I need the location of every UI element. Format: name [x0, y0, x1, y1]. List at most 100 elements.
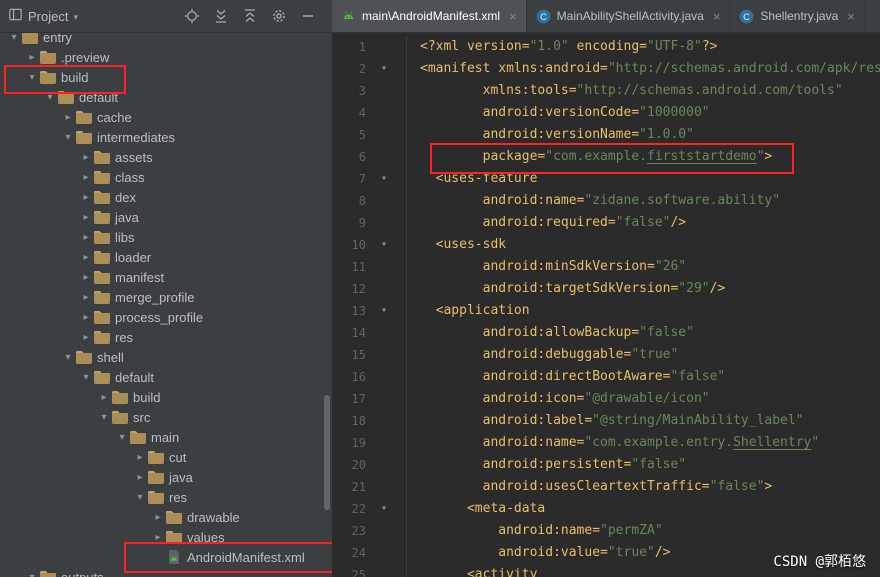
- code-text[interactable]: android:required="false"/>: [406, 212, 880, 234]
- fold-arrow-icon[interactable]: ▾: [366, 300, 406, 322]
- editor-tab-1[interactable]: C MainAbilityShellActivity.java ×: [527, 0, 731, 32]
- tree-item-cache[interactable]: ▸ cache: [0, 107, 332, 127]
- tree-item-process_profile[interactable]: ▸ process_profile: [0, 307, 332, 327]
- chevron-right-icon[interactable]: ▸: [78, 152, 94, 163]
- code-text[interactable]: android:icon="@drawable/icon": [406, 388, 880, 410]
- fold-arrow-icon[interactable]: ▾: [366, 234, 406, 256]
- tree-item-dex[interactable]: ▸ dex: [0, 187, 332, 207]
- locate-file-icon[interactable]: [184, 8, 200, 24]
- tree-item-res[interactable]: ▸ res: [0, 327, 332, 347]
- chevron-right-icon[interactable]: ▸: [78, 252, 94, 263]
- chevron-right-icon[interactable]: ▸: [132, 452, 148, 463]
- tree-item-main[interactable]: ▾ main: [0, 427, 332, 447]
- tree-item-build[interactable]: ▸ build: [0, 387, 332, 407]
- tree-item-java[interactable]: ▸ java: [0, 467, 332, 487]
- chevron-down-icon[interactable]: ▾: [24, 572, 40, 577]
- tree-item-merge_profile[interactable]: ▸ merge_profile: [0, 287, 332, 307]
- collapse-all-icon[interactable]: [242, 8, 258, 24]
- close-tab-icon[interactable]: ×: [713, 10, 721, 23]
- tree-item-outputs[interactable]: ▾ outputs: [0, 567, 332, 577]
- hide-panel-icon[interactable]: [300, 8, 316, 24]
- chevron-right-icon[interactable]: ▸: [150, 512, 166, 523]
- editor-tab-0[interactable]: main\AndroidManifest.xml ×: [332, 0, 527, 32]
- code-text[interactable]: android:minSdkVersion="26": [406, 256, 880, 278]
- tree-item-assets[interactable]: ▸ assets: [0, 147, 332, 167]
- tree-item-res[interactable]: ▾ res: [0, 487, 332, 507]
- code-text[interactable]: xmlns:tools="http://schemas.android.com/…: [406, 80, 880, 102]
- chevron-right-icon[interactable]: ▸: [78, 192, 94, 203]
- code-text[interactable]: android:name="permZA": [406, 520, 880, 542]
- code-text[interactable]: android:usesCleartextTraffic="false">: [406, 476, 880, 498]
- tree-item-loader[interactable]: ▸ loader: [0, 247, 332, 267]
- expand-all-icon[interactable]: [213, 8, 229, 24]
- project-view-selector[interactable]: Project ▾: [8, 7, 78, 25]
- tree-item-build[interactable]: ▾ build: [0, 67, 332, 87]
- code-text[interactable]: android:debuggable="true": [406, 344, 880, 366]
- code-text[interactable]: <uses-sdk: [406, 234, 880, 256]
- chevron-down-icon[interactable]: ▾: [42, 92, 58, 103]
- chevron-right-icon[interactable]: ▸: [78, 292, 94, 303]
- tree-item-default[interactable]: ▾ default: [0, 367, 332, 387]
- chevron-down-icon[interactable]: ▾: [78, 372, 94, 383]
- code-editor[interactable]: 1 <?xml version="1.0" encoding="UTF-8"?> 2…: [332, 33, 880, 577]
- code-text[interactable]: android:targetSdkVersion="29"/>: [406, 278, 880, 300]
- code-text[interactable]: android:versionName="1.0.0": [406, 124, 880, 146]
- code-text[interactable]: android:label="@string/MainAbility_label…: [406, 410, 880, 432]
- chevron-right-icon[interactable]: ▸: [78, 232, 94, 243]
- chevron-right-icon[interactable]: ▸: [96, 392, 112, 403]
- chevron-right-icon[interactable]: ▸: [78, 172, 94, 183]
- code-text[interactable]: android:name="zidane.software.ability": [406, 190, 880, 212]
- tree-item-manifest[interactable]: ▸ manifest: [0, 267, 332, 287]
- code-text[interactable]: android:versionCode="1000000": [406, 102, 880, 124]
- tree-item-libs[interactable]: ▸ libs: [0, 227, 332, 247]
- close-tab-icon[interactable]: ×: [509, 10, 517, 23]
- chevron-down-icon[interactable]: ▾: [114, 432, 130, 443]
- chevron-down-icon[interactable]: ▾: [24, 72, 40, 83]
- fold-arrow-icon[interactable]: ▾: [366, 58, 406, 80]
- code-text[interactable]: <?xml version="1.0" encoding="UTF-8"?>: [406, 36, 880, 58]
- chevron-right-icon[interactable]: ▸: [78, 312, 94, 323]
- tree-item-class[interactable]: ▸ class: [0, 167, 332, 187]
- tree-item-AndroidManifest.xml[interactable]: AndroidManifest.xml: [0, 547, 332, 567]
- code-text[interactable]: android:allowBackup="false": [406, 322, 880, 344]
- tree-item-entry[interactable]: ▾ entry: [0, 33, 332, 47]
- tree-item-cut[interactable]: ▸ cut: [0, 447, 332, 467]
- chevron-down-icon[interactable]: ▾: [96, 412, 112, 423]
- tree-item-.preview[interactable]: ▸ .preview: [0, 47, 332, 67]
- tree-item-shell[interactable]: ▾ shell: [0, 347, 332, 367]
- tree-item-default[interactable]: ▾ default: [0, 87, 332, 107]
- chevron-right-icon[interactable]: ▸: [60, 112, 76, 123]
- editor-tab-2[interactable]: C Shellentry.java ×: [730, 0, 865, 32]
- chevron-down-icon[interactable]: ▾: [60, 132, 76, 143]
- chevron-down-icon[interactable]: ▾: [60, 352, 76, 363]
- folder-icon: [94, 310, 114, 324]
- code-text[interactable]: <meta-data: [406, 498, 880, 520]
- chevron-right-icon[interactable]: ▸: [24, 52, 40, 63]
- code-text[interactable]: android:name="com.example.entry.Shellent…: [406, 432, 880, 454]
- code-text[interactable]: <uses-feature: [406, 168, 880, 190]
- code-text[interactable]: <manifest xmlns:android="http://schemas.…: [406, 58, 880, 80]
- class-file-icon: C: [739, 9, 754, 24]
- tree-item-java[interactable]: ▸ java: [0, 207, 332, 227]
- chevron-right-icon[interactable]: ▸: [78, 332, 94, 343]
- tree-item-values[interactable]: ▸ values: [0, 527, 332, 547]
- tree-item-src[interactable]: ▾ src: [0, 407, 332, 427]
- tree-item-drawable[interactable]: ▸ drawable: [0, 507, 332, 527]
- close-tab-icon[interactable]: ×: [847, 10, 855, 23]
- chevron-down-icon[interactable]: ▾: [132, 492, 148, 503]
- chevron-down-icon[interactable]: ▾: [6, 33, 22, 43]
- chevron-right-icon[interactable]: ▸: [132, 472, 148, 483]
- code-text[interactable]: android:persistent="false": [406, 454, 880, 476]
- chevron-right-icon[interactable]: ▸: [150, 532, 166, 543]
- chevron-right-icon[interactable]: ▸: [78, 272, 94, 283]
- chevron-right-icon[interactable]: ▸: [78, 212, 94, 223]
- code-text[interactable]: android:directBootAware="false": [406, 366, 880, 388]
- fold-arrow-icon[interactable]: ▾: [366, 168, 406, 190]
- code-text[interactable]: <application: [406, 300, 880, 322]
- folder-icon: [94, 330, 114, 344]
- fold-arrow-icon[interactable]: ▾: [366, 498, 406, 520]
- settings-icon[interactable]: [271, 8, 287, 24]
- code-text[interactable]: package="com.example.firststartdemo">: [406, 146, 880, 168]
- tree-scrollbar[interactable]: [324, 395, 330, 510]
- tree-item-intermediates[interactable]: ▾ intermediates: [0, 127, 332, 147]
